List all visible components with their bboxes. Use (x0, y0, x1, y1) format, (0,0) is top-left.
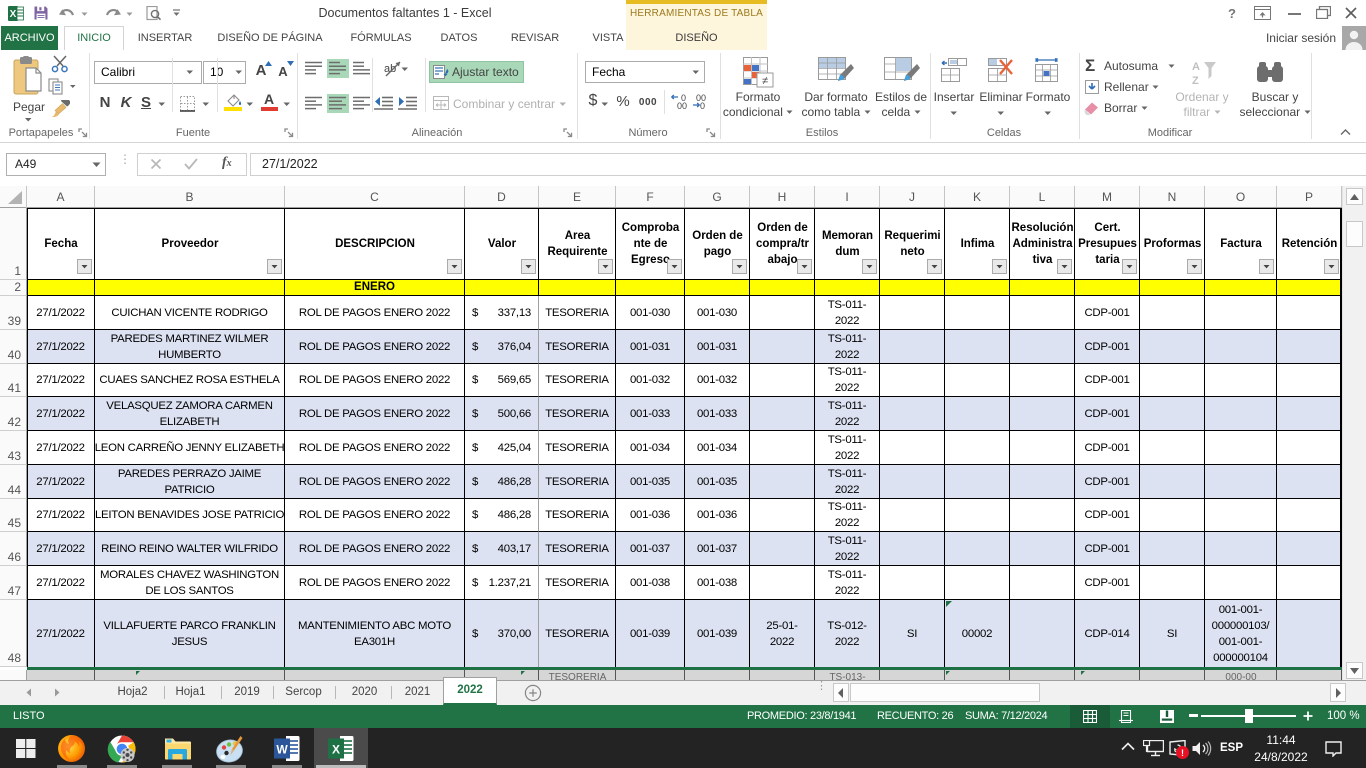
svg-text:X: X (10, 9, 17, 20)
svg-text:00: 00 (677, 101, 687, 110)
svg-text:Z: Z (1192, 75, 1199, 87)
svg-text:X: X (332, 743, 340, 757)
svg-text:W: W (276, 743, 288, 757)
svg-text:0: 0 (700, 101, 705, 110)
svg-text:≠: ≠ (762, 75, 768, 87)
svg-text:ab: ab (384, 63, 396, 75)
svg-text:A: A (1192, 61, 1200, 73)
